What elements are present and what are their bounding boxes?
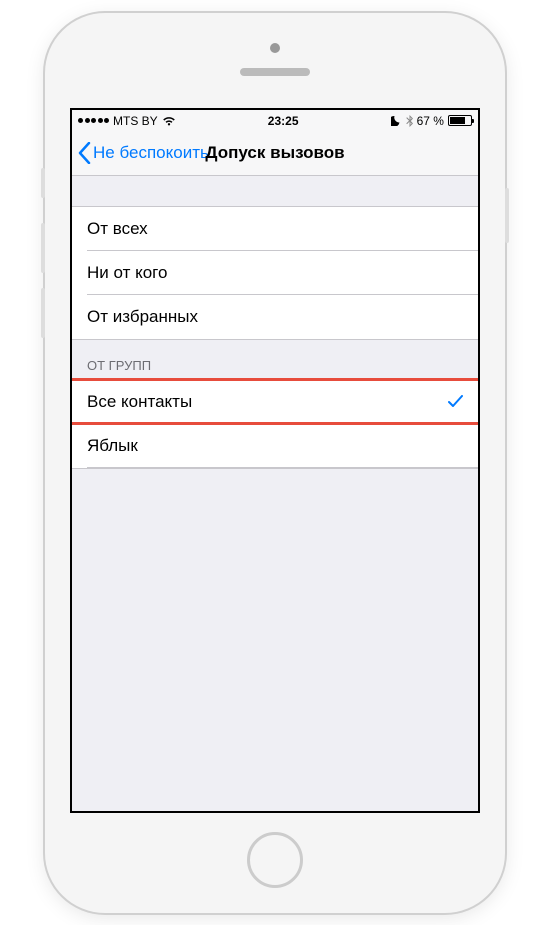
chevron-left-icon <box>78 142 91 164</box>
list-group-contacts: Все контакты Яблык <box>72 379 478 469</box>
back-button[interactable]: Не беспокоить <box>78 142 209 164</box>
section-header-groups: ОТ ГРУПП <box>72 340 478 379</box>
signal-dots-icon <box>78 118 109 123</box>
power-button <box>505 188 509 243</box>
volume-down-button <box>41 288 45 338</box>
list-group-general: От всех Ни от кого От избранных <box>72 206 478 340</box>
status-bar: MTS BY 23:25 67 % <box>72 110 478 132</box>
home-button[interactable] <box>247 832 303 888</box>
speaker <box>240 68 310 76</box>
option-all-contacts[interactable]: Все контакты <box>72 380 478 424</box>
wifi-icon <box>162 116 176 126</box>
option-label: От всех <box>87 219 148 239</box>
content-area: От всех Ни от кого От избранных ОТ ГРУПП… <box>72 176 478 469</box>
do-not-disturb-icon <box>391 115 402 126</box>
option-label: Яблык <box>87 436 138 456</box>
mute-switch <box>41 168 45 198</box>
option-label: Ни от кого <box>87 263 167 283</box>
volume-up-button <box>41 223 45 273</box>
option-label: От избранных <box>87 307 198 327</box>
battery-icon <box>448 115 472 126</box>
battery-percent: 67 % <box>417 114 444 128</box>
status-left: MTS BY <box>78 114 176 128</box>
option-noone[interactable]: Ни от кого <box>72 251 478 295</box>
status-time: 23:25 <box>268 114 299 128</box>
front-camera <box>270 43 280 53</box>
screen: MTS BY 23:25 67 % <box>70 108 480 813</box>
option-everyone[interactable]: От всех <box>72 207 478 251</box>
option-yablyk[interactable]: Яблык <box>72 424 478 468</box>
checkmark-icon <box>448 395 463 408</box>
phone-frame: MTS BY 23:25 67 % <box>45 13 505 913</box>
option-label: Все контакты <box>87 392 192 412</box>
option-favorites[interactable]: От избранных <box>72 295 478 339</box>
nav-bar: Не беспокоить Допуск вызовов <box>72 132 478 176</box>
status-right: 67 % <box>391 114 472 128</box>
carrier-label: MTS BY <box>113 114 158 128</box>
back-label: Не беспокоить <box>93 143 209 163</box>
page-title: Допуск вызовов <box>205 143 344 163</box>
bluetooth-icon <box>406 115 413 127</box>
